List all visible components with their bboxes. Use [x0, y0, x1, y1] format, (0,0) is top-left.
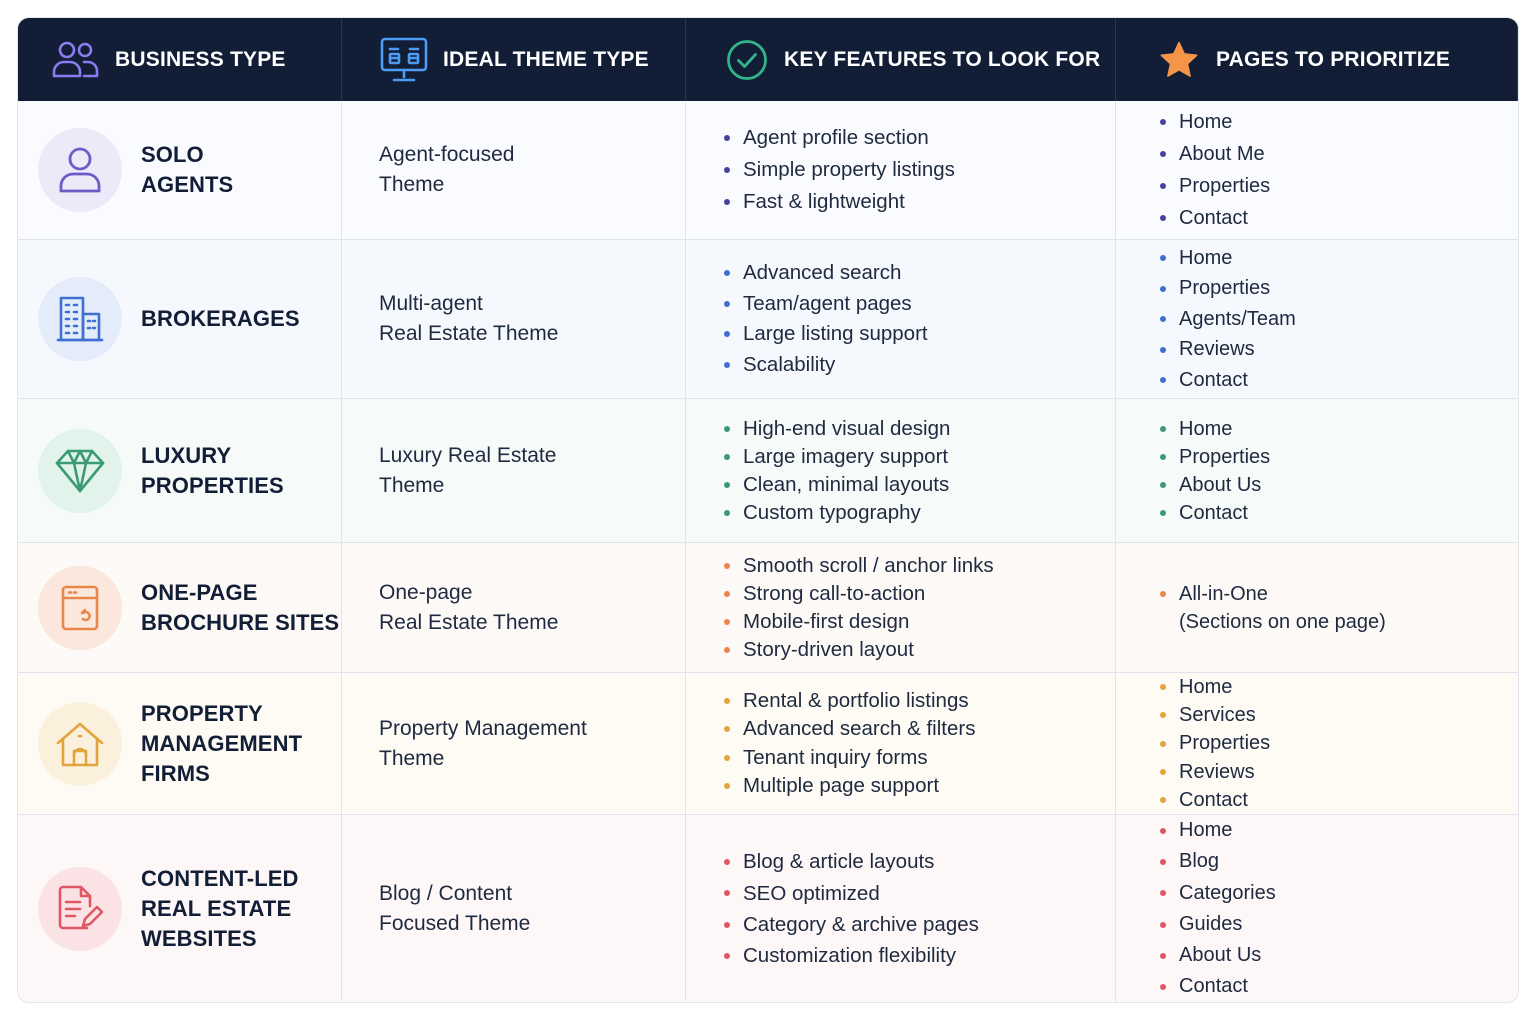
business-type-label: SOLO AGENTS: [141, 142, 234, 197]
list-item: Reviews: [1160, 334, 1296, 365]
list-item: Multiple page support: [724, 772, 975, 800]
list-item: Smooth scroll / anchor links: [724, 552, 994, 580]
row-solo-agents-pages: Home About Me Properties Contact: [1116, 101, 1518, 240]
list-item: Large imagery support: [724, 443, 950, 471]
list-item: Team/agent pages: [724, 289, 928, 320]
row-luxury-properties-theme: Luxury Real Estate Theme: [342, 399, 686, 543]
building-icon: [38, 277, 122, 361]
business-type-label: ONE-PAGE BROCHURE SITES: [141, 579, 340, 635]
list-item: Clean, minimal layouts: [724, 471, 950, 499]
list-item: Guides: [1160, 909, 1276, 940]
list-item: Customization flexibility: [724, 940, 979, 971]
list-item: Home: [1160, 415, 1270, 443]
row-luxury-properties-pages: Home Properties About Us Contact: [1116, 399, 1518, 543]
header-pages-to-prioritize-label: PAGES TO PRIORITIZE: [1216, 47, 1451, 71]
list-item: Contact: [1160, 499, 1270, 527]
comparison-table: BUSINESS TYPE IDEAL THEME TYPE KEY FEATU…: [17, 17, 1519, 1003]
list-item: Rental & portfolio listings: [724, 687, 975, 715]
list-item: Contact: [1160, 202, 1270, 234]
row-content-led-features: Blog & article layouts SEO optimized Cat…: [686, 815, 1116, 1002]
list-item-note: (Sections on one page): [1179, 610, 1386, 633]
monitor-layout-icon: [379, 35, 429, 85]
list-item: Large listing support: [724, 319, 928, 350]
list-item: Strong call-to-action: [724, 580, 994, 608]
list-item: Custom typography: [724, 499, 950, 527]
list-item: Categories: [1160, 878, 1276, 909]
header-ideal-theme-type: IDEAL THEME TYPE: [342, 18, 686, 101]
row-property-management-theme: Property Management Theme: [342, 673, 686, 815]
row-brokerages-pages: Home Properties Agents/Team Reviews Cont…: [1116, 240, 1518, 399]
row-content-led-theme: Blog / Content Focused Theme: [342, 815, 686, 1002]
header-pages-to-prioritize: PAGES TO PRIORITIZE: [1116, 18, 1518, 101]
list-item: Agents/Team: [1160, 304, 1296, 335]
brochure-icon: [38, 565, 122, 650]
list-item: Simple property listings: [724, 154, 955, 186]
list-item: Properties: [1160, 443, 1270, 471]
document-pen-icon: [38, 866, 122, 951]
business-type-label: BROKERAGES: [141, 306, 300, 331]
row-one-page-features: Smooth scroll / anchor links Strong call…: [686, 543, 1116, 673]
list-item: About Us: [1160, 940, 1276, 971]
row-brokerages-features: Advanced search Team/agent pages Large l…: [686, 240, 1116, 399]
list-item: Mobile-first design: [724, 608, 994, 636]
header-key-features-label: KEY FEATURES TO LOOK FOR: [784, 47, 1101, 71]
house-icon: [38, 701, 122, 786]
list-item: High-end visual design: [724, 415, 950, 443]
row-one-page-pages: All-in-One (Sections on one page): [1116, 543, 1518, 673]
list-item: Home: [1160, 673, 1270, 701]
list-item: All-in-One: [1160, 580, 1386, 608]
list-item: About Us: [1160, 471, 1270, 499]
list-item: Contact: [1160, 971, 1276, 1002]
user-icon: [38, 128, 122, 212]
row-content-led-pages: Home Blog Categories Guides About Us Con…: [1116, 815, 1518, 1002]
header-business-type-label: BUSINESS TYPE: [115, 47, 286, 71]
business-type-label: CONTENT-LED REAL ESTATE WEBSITES: [141, 865, 299, 951]
check-circle-icon: [722, 35, 772, 85]
row-one-page-business: ONE-PAGE BROCHURE SITES: [18, 543, 342, 673]
list-item: About Me: [1160, 138, 1270, 170]
list-item: Scalability: [724, 350, 928, 381]
row-property-management-business: PROPERTY MANAGEMENT FIRMS: [18, 673, 342, 815]
list-item: Home: [1160, 243, 1296, 274]
row-one-page-theme: One-page Real Estate Theme: [342, 543, 686, 673]
list-item: Agent profile section: [724, 122, 955, 154]
diamond-icon: [38, 428, 122, 513]
list-item: SEO optimized: [724, 878, 979, 909]
list-item: Properties: [1160, 170, 1270, 202]
list-item: Contact: [1160, 365, 1296, 396]
list-item: Home: [1160, 815, 1276, 846]
list-item: Tenant inquiry forms: [724, 744, 975, 772]
list-item: Category & archive pages: [724, 909, 979, 940]
row-property-management-pages: Home Services Properties Reviews Contact: [1116, 673, 1518, 815]
header-business-type: BUSINESS TYPE: [18, 18, 342, 101]
header-key-features: KEY FEATURES TO LOOK FOR: [686, 18, 1116, 101]
row-solo-agents-features: Agent profile section Simple property li…: [686, 101, 1116, 240]
list-item: Blog: [1160, 846, 1276, 877]
row-solo-agents-business: SOLO AGENTS: [18, 101, 342, 240]
list-item: Home: [1160, 106, 1270, 138]
star-icon: [1154, 35, 1204, 85]
row-brokerages-theme: Multi-agent Real Estate Theme: [342, 240, 686, 399]
list-item: Contact: [1160, 786, 1270, 814]
row-brokerages-business: BROKERAGES: [18, 240, 342, 399]
row-solo-agents-theme: Agent-focused Theme: [342, 101, 686, 240]
list-item: Blog & article layouts: [724, 846, 979, 877]
row-luxury-properties-features: High-end visual design Large imagery sup…: [686, 399, 1116, 543]
business-type-label: LUXURY PROPERTIES: [141, 442, 284, 498]
list-item: Story-driven layout: [724, 636, 994, 664]
header-ideal-theme-type-label: IDEAL THEME TYPE: [443, 47, 649, 71]
list-item: Properties: [1160, 729, 1270, 757]
row-property-management-features: Rental & portfolio listings Advanced sea…: [686, 673, 1116, 815]
list-item: Fast & lightweight: [724, 186, 955, 218]
list-item: Reviews: [1160, 758, 1270, 786]
list-item: Advanced search & filters: [724, 715, 975, 743]
row-luxury-properties-business: LUXURY PROPERTIES: [18, 399, 342, 543]
users-icon: [51, 35, 101, 85]
list-item: Advanced search: [724, 258, 928, 289]
list-item: Services: [1160, 701, 1270, 729]
row-content-led-business: CONTENT-LED REAL ESTATE WEBSITES: [18, 815, 342, 1002]
business-type-label: PROPERTY MANAGEMENT FIRMS: [141, 700, 303, 786]
list-item: Properties: [1160, 273, 1296, 304]
